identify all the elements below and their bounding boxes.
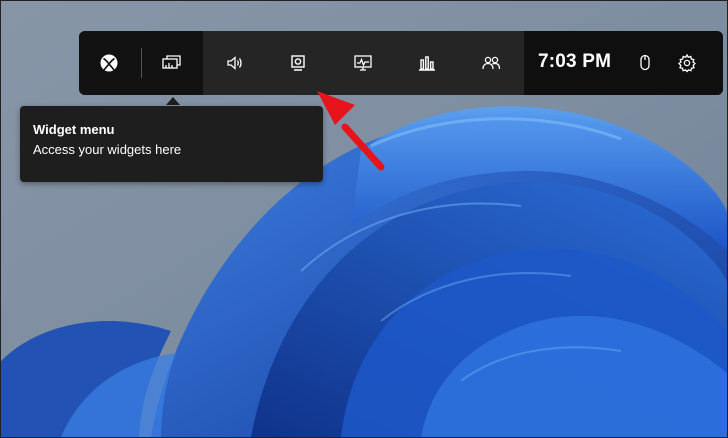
xbox-game-bar: 7:03 PM [79,31,723,95]
tooltip-caret [166,97,180,105]
widget-menu-tooltip: Widget menu Access your widgets here [20,106,323,182]
tooltip-title: Widget menu [33,122,115,137]
widget-menu-icon[interactable] [153,45,189,81]
gear-icon[interactable] [669,45,705,81]
mouse-icon[interactable] [627,45,663,81]
xbox-icon[interactable] [91,45,127,81]
bar-divider [141,48,142,78]
bar-clock: 7:03 PM [538,51,612,72]
annotation-arrow [317,91,385,171]
audio-icon[interactable] [217,45,253,81]
desktop-screenshot: 7:03 PM Widget menu Access your widgets … [0,0,728,438]
tooltip-description: Access your widgets here [33,142,182,157]
resources-icon[interactable] [409,45,445,81]
xbox-social-icon[interactable] [473,45,509,81]
